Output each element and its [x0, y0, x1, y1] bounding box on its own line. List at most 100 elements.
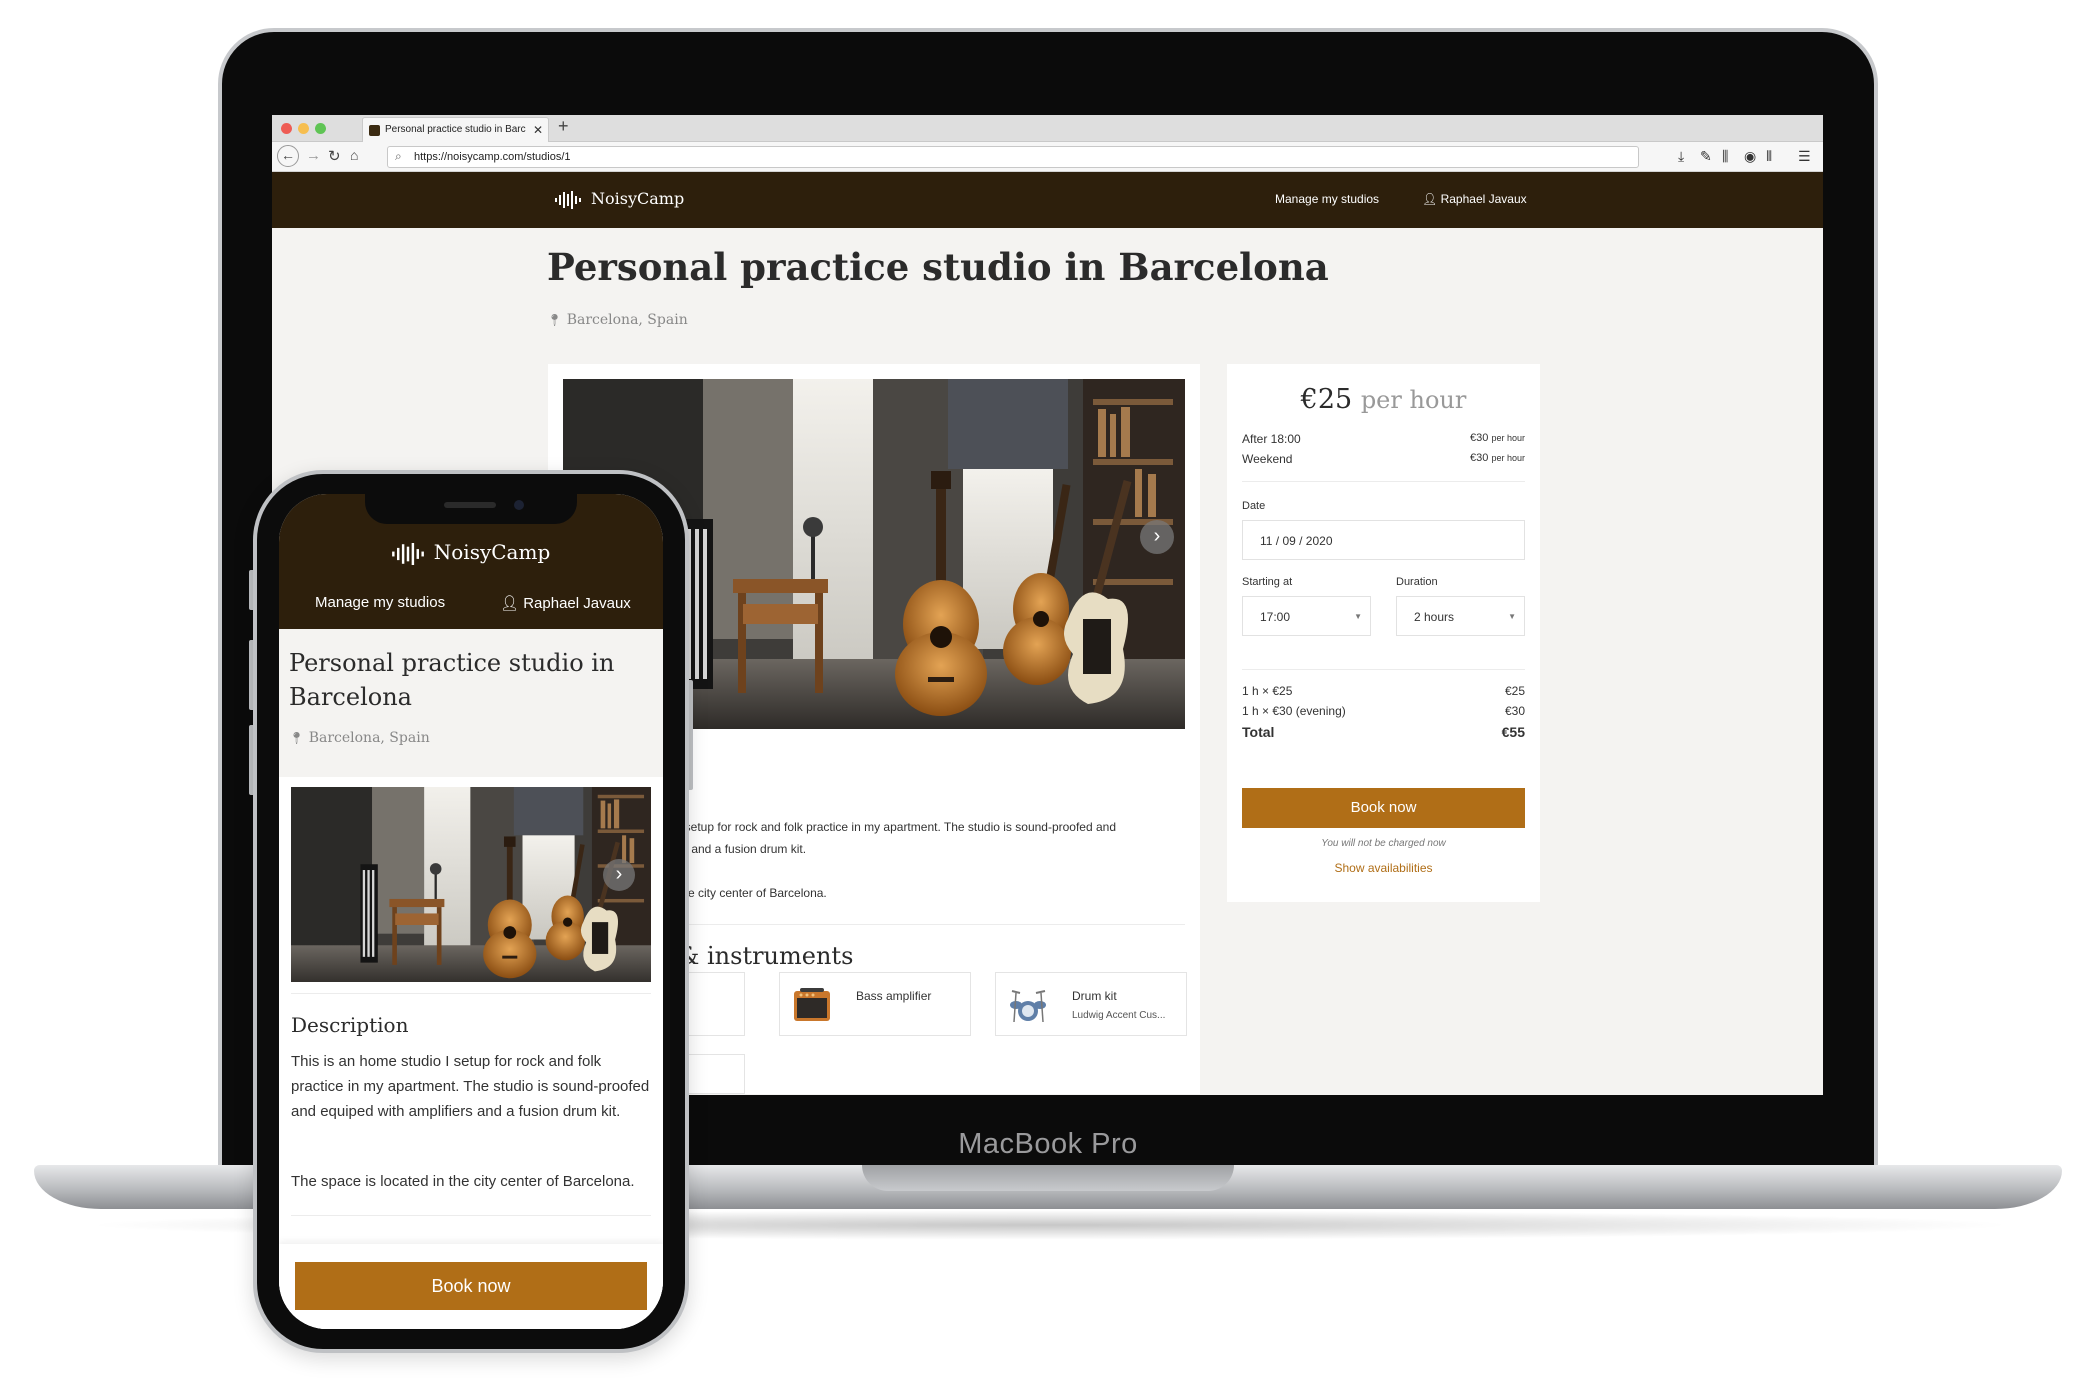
nav-user-name: Raphael Javaux — [1440, 192, 1527, 206]
mobile-description-heading: Description — [291, 1013, 409, 1037]
summary-row: 1 h × €30 (evening) €30 — [1242, 704, 1525, 718]
home-icon[interactable]: ⌂ — [350, 147, 358, 163]
phone-notch — [365, 494, 577, 524]
url-input[interactable]: ⌕ https://noisycamp.com/studios/1 — [387, 146, 1639, 168]
new-tab-button[interactable]: + — [558, 116, 569, 137]
description-line: rs and a fusion drum kit. — [678, 842, 807, 856]
date-input[interactable]: 11 / 09 / 2020 — [1242, 520, 1525, 560]
date-label: Date — [1242, 500, 1266, 512]
section-divider — [1242, 669, 1525, 670]
mobile-nav-user-menu[interactable]: 👤︎ Raphael Javaux — [500, 594, 631, 612]
section-divider — [291, 993, 651, 994]
back-icon[interactable]: ← — [277, 145, 299, 167]
rate-unit: per hour — [1491, 453, 1525, 463]
wrench-icon[interactable]: ✎ — [1700, 148, 1712, 165]
equipment-heading: & instruments — [678, 942, 854, 970]
studio-photo — [291, 787, 651, 982]
nav-manage-studios[interactable]: Manage my studios — [1275, 192, 1379, 206]
user-icon: 👤︎ — [1422, 192, 1438, 206]
equipment-item[interactable]: Drum kit Ludwig Accent Cus... — [995, 972, 1187, 1036]
brand-name: NoisyCamp — [591, 189, 685, 208]
rate-unit: per hour — [1491, 433, 1525, 443]
show-availabilities-link[interactable]: Show availabilities — [1227, 861, 1540, 875]
price-value: €25 — [1300, 384, 1353, 415]
tab-close-icon[interactable]: ✕ — [533, 123, 543, 137]
price-per-hour: €25 per hour — [1227, 384, 1540, 415]
drum-kit-icon — [1010, 990, 1046, 1023]
duration-label: Duration — [1396, 576, 1438, 588]
equipment-label: Bass amplifier — [856, 989, 932, 1003]
mobile-photo-gallery — [291, 787, 651, 982]
section-divider — [1242, 481, 1525, 482]
duration-select[interactable]: 2 hours ▼ — [1396, 596, 1525, 636]
summary-label: 1 h × €25 — [1242, 684, 1293, 698]
mobile-page-title: Personal practice studio in Barcelona — [289, 649, 615, 711]
phone-speaker — [444, 502, 496, 508]
start-time-value: 17:00 — [1260, 610, 1291, 624]
reload-icon[interactable]: ↻ — [328, 147, 341, 165]
summary-value: €25 — [1504, 684, 1525, 698]
browser-toolbar: ← → ↻ ⌂ ⌕ https://noisycamp.com/studios/… — [272, 142, 1823, 172]
equipment-item[interactable]: Bass amplifier — [779, 972, 971, 1036]
mobile-description-text-2: The space is located in the city center … — [291, 1173, 635, 1190]
site-logo[interactable]: NoisyCamp — [555, 189, 684, 209]
equipment-sublabel: Ludwig Accent Cus... — [1072, 1010, 1166, 1021]
date-value: 11 / 09 / 2020 — [1260, 534, 1333, 548]
rate-label: Weekend — [1242, 452, 1293, 466]
mobile-book-now-button[interactable]: Book now — [295, 1262, 647, 1310]
gallery-next-button[interactable]: › — [1140, 520, 1174, 554]
mobile-nav-user-name: Raphael Javaux — [523, 595, 631, 612]
duration-value: 2 hours — [1414, 610, 1455, 624]
rate-value: €30 — [1470, 452, 1489, 464]
description-line: I setup for rock and folk practice in my… — [678, 820, 1117, 834]
page-location: 📍︎ Barcelona, Spain — [547, 312, 688, 328]
window-close-icon[interactable] — [281, 123, 292, 134]
browser-tab-title: Personal practice studio in Barc — [385, 124, 526, 135]
mobile-gallery-next-button[interactable]: › — [603, 859, 635, 891]
menu-icon[interactable]: ☰ — [1798, 148, 1811, 165]
rate-row: After 18:00 €30 per hour — [1242, 432, 1525, 446]
mobile-page-location: 📍︎ Barcelona, Spain — [289, 730, 430, 746]
start-time-label: Starting at — [1242, 576, 1293, 588]
browser-tab[interactable]: Personal practice studio in Barc ✕ — [362, 117, 549, 142]
forward-icon[interactable]: → — [306, 147, 321, 164]
amplifier-icon — [794, 988, 830, 1021]
window-zoom-icon[interactable] — [315, 123, 326, 134]
start-time-select[interactable]: 17:00 ▼ — [1242, 596, 1371, 636]
description-line: the city center of Barcelona. — [678, 886, 827, 900]
nav-user-menu[interactable]: 👤︎ Raphael Javaux — [1422, 192, 1527, 206]
url-text: https://noisycamp.com/studios/1 — [414, 151, 571, 163]
favicon-icon — [369, 125, 380, 136]
library-icon[interactable]: ⫼ — [1722, 148, 1728, 165]
site-header: NoisyCamp Manage my studios 👤︎ Raphael J… — [272, 172, 1823, 228]
map-pin-icon: 📍︎ — [547, 313, 563, 327]
total-row: Total €55 — [1242, 724, 1525, 740]
laptop-hinge-notch — [862, 1165, 1234, 1191]
user-icon: 👤︎ — [500, 595, 520, 612]
mobile-nav-manage-studios[interactable]: Manage my studios — [315, 594, 445, 611]
mobile-location-text: Barcelona, Spain — [308, 730, 430, 746]
account-icon[interactable]: ◉ — [1744, 148, 1756, 165]
search-icon: ⌕ — [395, 149, 402, 163]
phone-screen: NoisyCamp Manage my studios 👤︎ Raphael J… — [279, 494, 663, 1329]
summary-row: 1 h × €25 €25 — [1242, 684, 1525, 698]
book-now-button[interactable]: Book now — [1242, 788, 1525, 828]
extensions-icon[interactable]: ⦀ — [1766, 148, 1772, 165]
summary-value: €30 — [1504, 704, 1525, 718]
soundwave-icon — [555, 190, 581, 209]
rate-row: Weekend €30 per hour — [1242, 452, 1525, 466]
mobile-logo[interactable]: NoisyCamp — [279, 540, 663, 565]
equipment-label: Drum kit — [1072, 989, 1117, 1003]
rate-value: €30 — [1470, 432, 1489, 444]
summary-label: 1 h × €30 (evening) — [1242, 704, 1346, 718]
chevron-down-icon: ▼ — [1354, 612, 1362, 621]
location-text: Barcelona, Spain — [566, 312, 688, 328]
phone-camera — [514, 500, 524, 510]
page-title: Personal practice studio in Barcelona — [547, 245, 1329, 289]
window-minimize-icon[interactable] — [298, 123, 309, 134]
download-icon[interactable]: ⤓ — [1678, 148, 1684, 165]
no-charge-note: You will not be charged now — [1321, 838, 1446, 849]
soundwave-icon — [391, 542, 424, 565]
price-unit: per hour — [1360, 386, 1467, 414]
rate-label: After 18:00 — [1242, 432, 1301, 446]
